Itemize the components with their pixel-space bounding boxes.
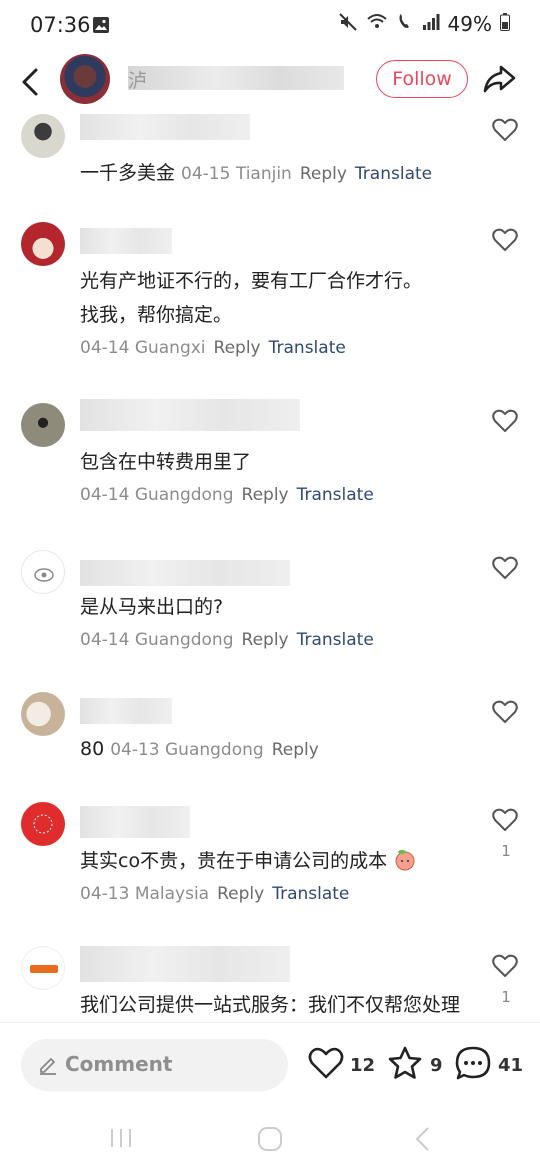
comment-text: 其实co不贵，贵在于申请公司的成本	[80, 844, 417, 882]
comment-input[interactable]: Comment	[21, 1039, 288, 1091]
status-bar: 07:36 49%	[0, 0, 540, 52]
comment-text: 一千多美金	[80, 162, 176, 184]
comment-meta: 04-14 Guangdong Reply Translate	[80, 630, 374, 650]
comment-meta: 一千多美金 04-15 Tianjin Reply Translate	[80, 158, 432, 185]
comment-date: 04-13	[110, 740, 160, 760]
collect-count: 9	[430, 1054, 443, 1076]
comment-date: 04-15	[181, 164, 231, 184]
translate-button[interactable]: Translate	[269, 338, 346, 358]
like-icon[interactable]	[492, 118, 518, 142]
reply-button[interactable]: Reply	[242, 485, 289, 505]
commenter-name-blurred[interactable]	[80, 228, 172, 254]
comment-location: Guangdong	[134, 630, 234, 650]
comment-location: Guangdong	[165, 740, 264, 760]
comment-text-line: 找我，帮你搞定。	[80, 304, 233, 326]
wifi-call-icon	[366, 12, 388, 36]
battery-icon	[500, 13, 510, 35]
comment-text: 是从马来出口的?	[80, 596, 224, 618]
commenter-avatar[interactable]	[21, 114, 65, 158]
peach-emoji-icon	[393, 847, 417, 882]
like-count: 1	[501, 988, 511, 1006]
follow-button[interactable]: Follow	[376, 60, 468, 98]
comments-list[interactable]: 一千多美金 04-15 Tianjin Reply Translate 光有产地证不行…	[0, 114, 540, 1022]
comment-location: Tianjin	[235, 164, 292, 184]
reply-button[interactable]: Reply	[214, 338, 261, 358]
translate-button[interactable]: Translate	[355, 164, 432, 184]
comment-bubble-icon[interactable]	[454, 1045, 492, 1085]
comment-date: 04-13	[80, 884, 130, 904]
commenter-name-blurred[interactable]	[80, 399, 300, 431]
battery-percent: 49%	[447, 12, 492, 36]
commenter-name-blurred[interactable]	[80, 560, 290, 586]
gallery-icon	[92, 16, 110, 38]
like-icon[interactable]	[492, 228, 518, 252]
like-count: 12	[350, 1054, 376, 1076]
comment-location: Guangdong	[134, 485, 234, 505]
commenter-avatar[interactable]	[21, 550, 65, 594]
comment-text: 80	[80, 738, 105, 760]
comments-action[interactable]: 41	[454, 1045, 523, 1085]
like-action[interactable]: 12	[308, 1045, 375, 1085]
system-nav-bar	[0, 1108, 540, 1170]
commenter-name-blurred[interactable]	[80, 806, 190, 838]
collect-action[interactable]: 9	[386, 1045, 443, 1085]
comment-meta: 04-14 Guangdong Reply Translate	[80, 485, 374, 505]
volte-icon	[396, 12, 414, 36]
comment-text-line: 光有产地证不行的，要有工厂合作才行。	[80, 270, 423, 292]
header: 泸 Follow	[0, 52, 540, 114]
author-name-first-char: 泸	[128, 70, 148, 92]
commenter-avatar[interactable]	[21, 802, 65, 846]
home-icon[interactable]	[257, 1126, 283, 1156]
back-icon[interactable]	[16, 64, 46, 100]
comment-meta: 04-14 Guangxi Reply Translate	[80, 338, 346, 358]
reply-button[interactable]: Reply	[217, 884, 264, 904]
reply-button[interactable]: Reply	[272, 740, 319, 760]
translate-button[interactable]: Translate	[297, 630, 374, 650]
reply-button[interactable]: Reply	[300, 164, 347, 184]
comments-count: 41	[498, 1054, 524, 1076]
comment-location: Malaysia	[134, 884, 210, 904]
like-icon[interactable]	[492, 556, 518, 580]
status-time: 07:36	[30, 13, 91, 37]
mute-icon	[338, 12, 358, 36]
author-avatar[interactable]	[60, 54, 110, 104]
comment-text-content: 其实co不贵，贵在于申请公司的成本	[80, 850, 388, 872]
translate-button[interactable]: Translate	[272, 884, 349, 904]
like-icon[interactable]	[492, 700, 518, 724]
commenter-name-blurred[interactable]	[80, 946, 290, 982]
like-icon[interactable]	[492, 409, 518, 433]
author-name-blurred[interactable]	[128, 66, 344, 90]
nav-back-icon[interactable]	[412, 1126, 432, 1156]
commenter-avatar[interactable]	[21, 403, 65, 447]
heart-icon[interactable]	[308, 1046, 344, 1084]
comment-placeholder: Comment	[65, 1052, 173, 1076]
translate-button[interactable]: Translate	[297, 485, 374, 505]
commenter-avatar[interactable]	[21, 946, 65, 990]
comment-text: 包含在中转费用里了	[80, 451, 252, 473]
comment-location: Guangxi	[134, 338, 206, 358]
comment-date: 04-14	[80, 485, 130, 505]
status-icons: 49%	[338, 12, 510, 36]
comment-text: 我们公司提供一站式服务：我们不仅帮您处理	[80, 994, 461, 1016]
commenter-name-blurred[interactable]	[80, 114, 250, 140]
bottom-action-bar: Comment 12 9 41	[0, 1022, 540, 1108]
share-icon[interactable]	[482, 64, 516, 94]
like-icon[interactable]	[492, 808, 518, 832]
star-icon[interactable]	[386, 1045, 424, 1085]
signal-icon	[422, 13, 440, 35]
like-count: 1	[501, 842, 511, 860]
commenter-avatar[interactable]	[21, 222, 65, 266]
reply-button[interactable]: Reply	[242, 630, 289, 650]
like-icon[interactable]	[492, 954, 518, 978]
comment-meta: 04-13 Malaysia Reply Translate	[80, 884, 349, 904]
comment-date: 04-14	[80, 630, 130, 650]
commenter-name-blurred[interactable]	[80, 698, 172, 724]
commenter-avatar[interactable]	[21, 692, 65, 736]
comment-meta: 80 04-13 Guangdong Reply	[80, 738, 319, 760]
comment-date: 04-14	[80, 338, 130, 358]
recent-apps-icon[interactable]	[108, 1126, 134, 1154]
pen-icon	[37, 1053, 59, 1079]
